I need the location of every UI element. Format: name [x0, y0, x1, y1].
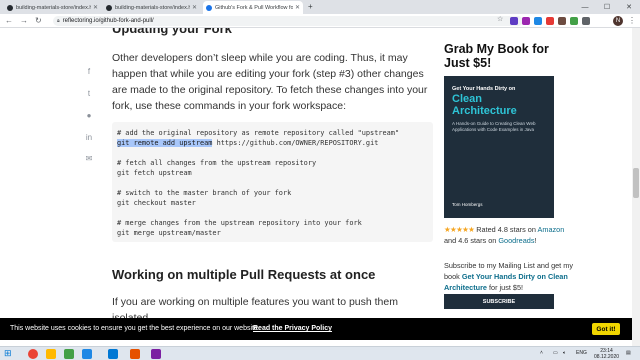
twitter-icon[interactable]: t: [84, 88, 94, 98]
extension-icon[interactable]: [570, 17, 578, 25]
app-icon[interactable]: [130, 349, 140, 359]
sidebar-title: Grab My Book for Just $5!: [444, 42, 549, 70]
clock-date: 08.12.2020: [594, 354, 620, 360]
plus-icon[interactable]: +: [308, 2, 313, 11]
selected-text: git remote add upstream: [117, 139, 213, 147]
book-title: Clean Architecture: [452, 93, 517, 117]
notification-icon[interactable]: ▤: [626, 350, 631, 356]
vscode-icon[interactable]: [108, 349, 118, 359]
facebook-icon[interactable]: f: [84, 66, 94, 76]
rating-text: ★★★★★ Rated 4.8 stars on Amazon and 4.6 …: [444, 224, 574, 246]
book-cover[interactable]: Get Your Hands Dirty on Clean Architectu…: [444, 76, 554, 218]
github-icon: [7, 4, 13, 11]
tab-label: building-materials-store/index.h: [115, 4, 190, 11]
page-scrollbar[interactable]: [632, 28, 640, 346]
tray-chevron-icon[interactable]: ˄: [540, 350, 543, 356]
code-line: git merge upstream/master: [117, 229, 221, 237]
code-line: git remote add upstream https://github.c…: [117, 138, 428, 148]
window-close-icon[interactable]: ✕: [618, 0, 640, 14]
rating-text-part: Rated 4.8 stars on: [474, 225, 538, 234]
kebab-menu-icon[interactable]: ⋮: [628, 16, 636, 25]
tab-label: Github's Fork & Pull Workflow fo: [215, 4, 293, 11]
browser-tab-active[interactable]: Github's Fork & Pull Workflow fo ✕: [203, 1, 303, 14]
tab-label: building-materials-store/index.h: [16, 4, 91, 11]
back-arrow-icon[interactable]: ←: [5, 16, 13, 25]
book-subtitle-top: Get Your Hands Dirty on: [452, 86, 516, 92]
extension-icon[interactable]: [522, 17, 530, 25]
extensions-puzzle-icon[interactable]: [597, 17, 605, 25]
file-explorer-icon[interactable]: [46, 349, 56, 359]
cookie-banner: This website uses cookies to ensure you …: [0, 318, 632, 340]
extension-icon[interactable]: [510, 17, 518, 25]
book-tagline: A Hands-on Guide to Creating Clean Web A…: [452, 121, 536, 132]
volume-icon[interactable]: 🔈︎: [563, 350, 566, 356]
code-line: git checkout master: [117, 199, 196, 207]
url-text: reflectoring.io/github-fork-and-pull/: [62, 18, 154, 24]
lock-icon: 🔒︎: [57, 18, 60, 24]
browser-tab[interactable]: building-materials-store/index.h ✕: [103, 1, 200, 14]
browser-toolbar: ← → ↻ 🔒︎ reflectoring.io/github-fork-and…: [0, 14, 640, 28]
sidebar-title-wrap: Grab My Book for Just $5!: [444, 42, 564, 70]
rating-text-part: !: [534, 236, 537, 245]
amazon-link[interactable]: Amazon: [538, 225, 565, 234]
code-line-rest: https://github.com/OWNER/REPOSITORY.git: [212, 139, 379, 147]
browser-tab[interactable]: building-materials-store/index.h ✕: [4, 1, 101, 14]
privacy-policy-link[interactable]: Read the Privacy Policy: [253, 325, 332, 332]
close-icon[interactable]: ✕: [295, 4, 300, 11]
subscribe-button[interactable]: SUBSCRIBE: [444, 294, 554, 309]
code-line: git fetch upstream: [117, 169, 192, 177]
got-it-button[interactable]: Got it!: [592, 323, 620, 335]
intro-paragraph: Other developers don’t sleep while you a…: [112, 52, 428, 112]
extension-icon[interactable]: [558, 17, 566, 25]
code-line: # switch to the master branch of your fo…: [117, 189, 292, 197]
code-line: # add the original repository as remote …: [117, 129, 400, 137]
section-heading: Working on multiple Pull Requests at onc…: [112, 267, 376, 282]
browser-tab-bar: building-materials-store/index.h ✕ build…: [0, 0, 640, 14]
site-favicon-icon: [206, 4, 212, 11]
app-icon[interactable]: [82, 349, 92, 359]
github-icon: [106, 4, 112, 11]
forward-arrow-icon[interactable]: →: [20, 16, 28, 25]
email-icon[interactable]: ✉: [84, 153, 94, 163]
app-icon[interactable]: [64, 349, 74, 359]
subscribe-text: Subscribe to my Mailing List and get my …: [444, 260, 574, 293]
network-icon[interactable]: ▭: [553, 350, 558, 356]
code-line: # merge changes from the upstream reposi…: [117, 219, 362, 227]
extension-icon[interactable]: [546, 17, 554, 25]
chrome-icon[interactable]: [28, 349, 38, 359]
reload-icon[interactable]: ↻: [35, 16, 42, 25]
star-rating-icon: ★★★★★: [444, 225, 475, 234]
goodreads-link[interactable]: Goodreads: [498, 236, 534, 245]
taskbar-clock[interactable]: 23:14 08.12.2020: [594, 348, 619, 360]
windows-taskbar: ⊞ ˄ ▭ 🔈︎ ENG 23:14 08.12.2020 ▤: [0, 346, 640, 360]
scrollbar-thumb[interactable]: [633, 168, 639, 198]
subscribe-text-part: for just $5!: [486, 283, 524, 292]
section-heading: Updating your Fork: [112, 28, 232, 36]
star-bookmark-icon[interactable]: ☆: [497, 15, 505, 23]
extension-icon[interactable]: [582, 17, 590, 25]
address-bar[interactable]: 🔒︎ reflectoring.io/github-fork-and-pull/: [53, 16, 523, 26]
rating-text-part: and 4.6 stars on: [444, 236, 499, 245]
language-indicator[interactable]: ENG: [576, 350, 587, 356]
minimize-icon[interactable]: —: [574, 0, 596, 14]
reddit-icon[interactable]: ●: [84, 110, 94, 120]
profile-avatar[interactable]: N: [613, 16, 623, 26]
code-block[interactable]: # add the original repository as remote …: [112, 122, 433, 242]
extension-icon[interactable]: [534, 17, 542, 25]
code-line: # fetch all changes from the upstream re…: [117, 159, 317, 167]
app-icon[interactable]: [151, 349, 161, 359]
page-viewport: Updating your Fork f t ● in ✉ Other deve…: [0, 28, 640, 346]
close-icon[interactable]: ✕: [192, 4, 197, 11]
windows-start-icon[interactable]: ⊞: [4, 348, 14, 358]
cookie-message: This website uses cookies to ensure you …: [10, 325, 260, 332]
maximize-icon[interactable]: ☐: [596, 0, 618, 14]
close-icon[interactable]: ✕: [93, 4, 98, 11]
linkedin-icon[interactable]: in: [84, 132, 94, 142]
book-author: Tom Hombergs: [452, 202, 483, 207]
